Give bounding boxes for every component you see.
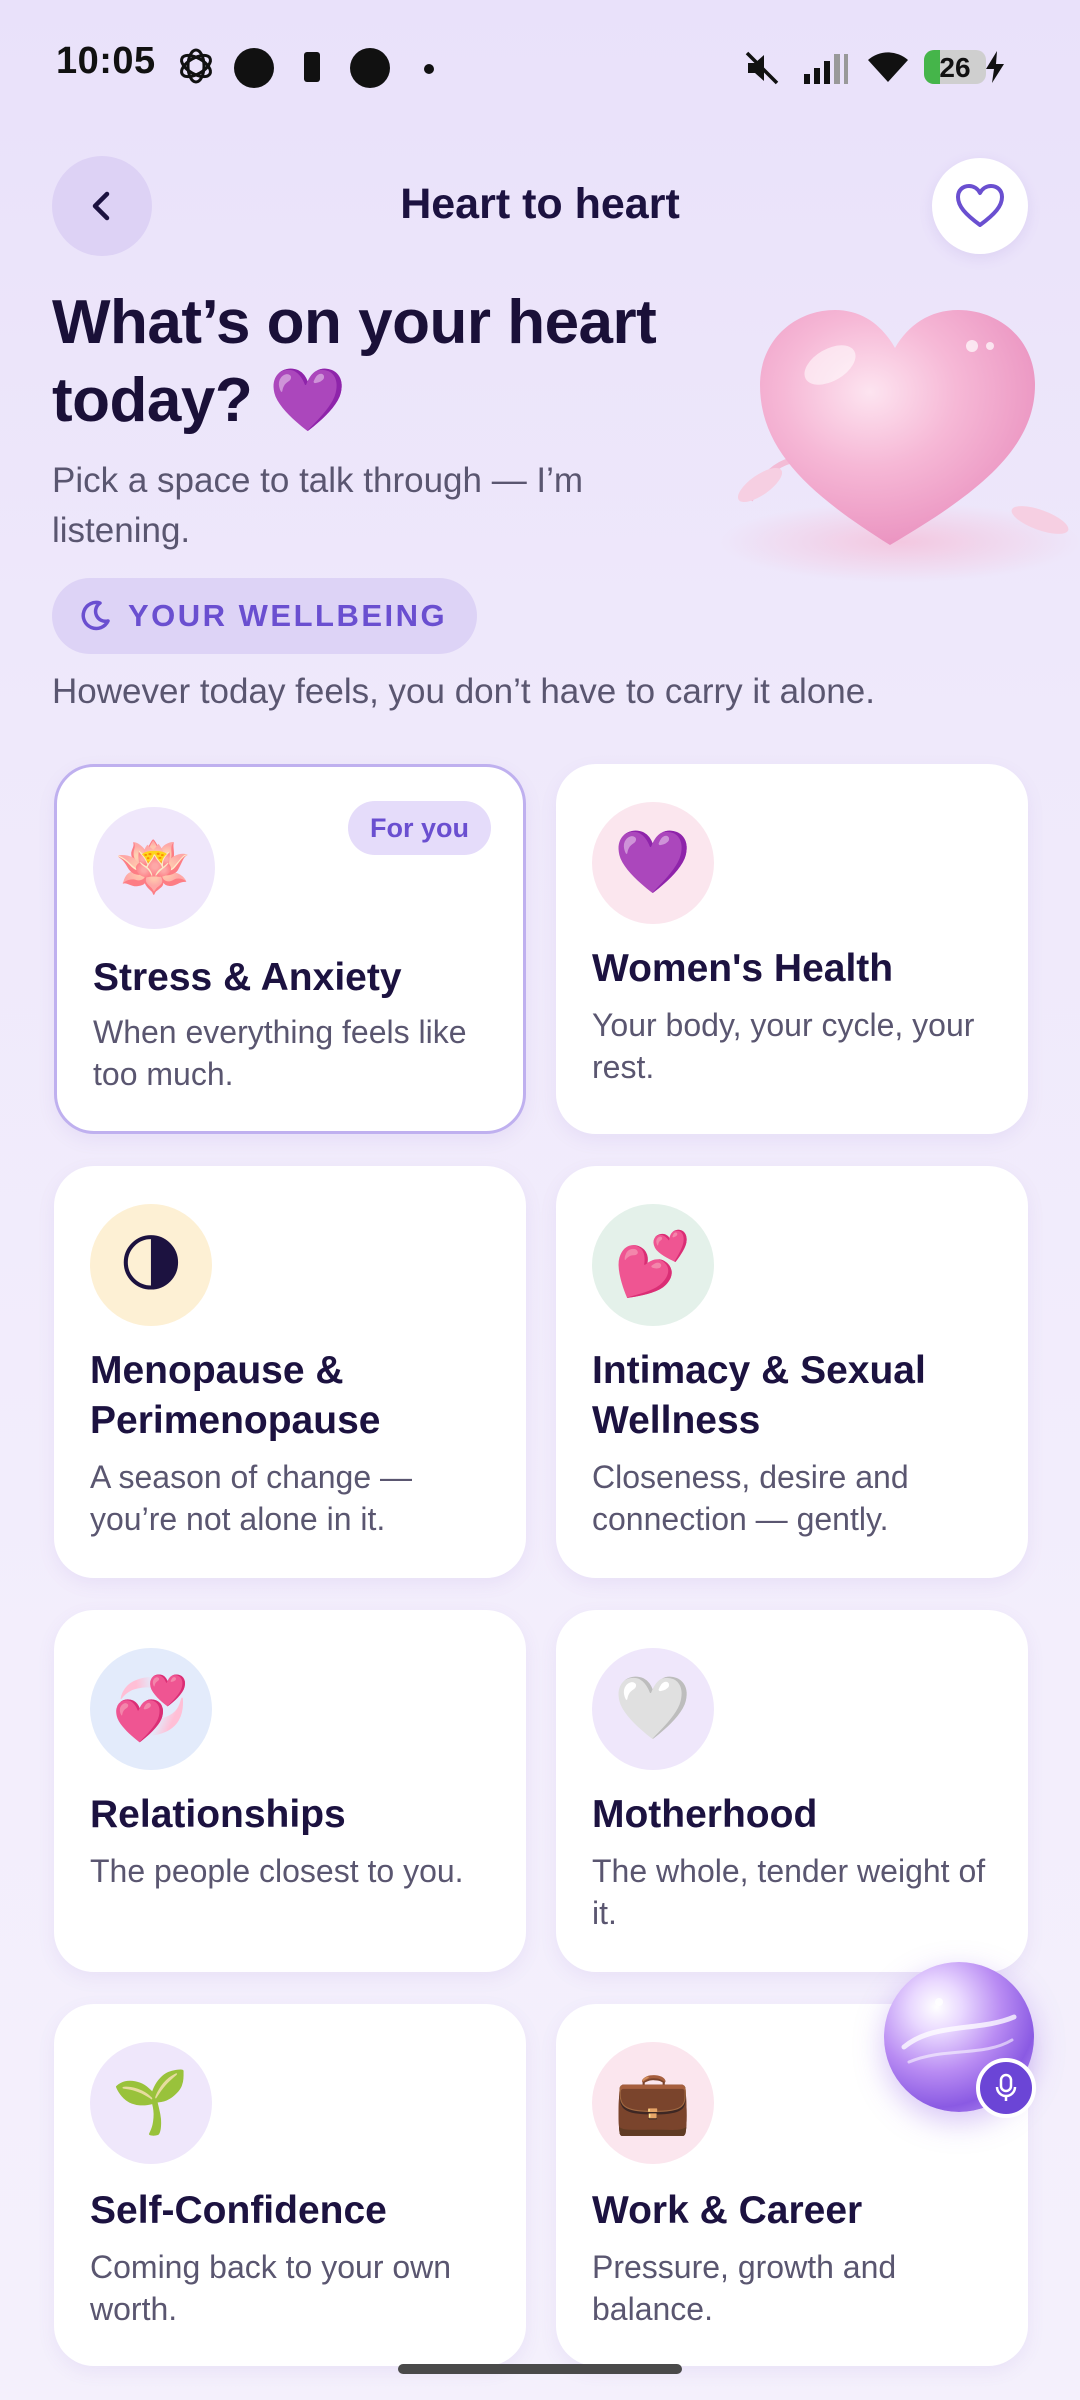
purple-heart-icon: 💜 [592, 802, 714, 924]
white-heart-icon: 🤍 [592, 1648, 714, 1770]
hero-heading: What’s on your heart today? 💜 [52, 284, 692, 440]
signal-icon [804, 54, 848, 84]
microphone-icon [995, 2073, 1017, 2101]
battery-level: 26 [939, 52, 971, 83]
topic-card-womens-health[interactable]: 💜 Women's Health Your body, your cycle, … [556, 764, 1028, 1134]
pink-heart-illustration [720, 310, 1080, 582]
lotus-icon: 🪷 [93, 807, 215, 929]
purple-heart-emoji: 💜 [268, 366, 346, 435]
card-title: Women's Health [592, 947, 894, 990]
card-title: Self-Confidence [90, 2189, 387, 2232]
battery-indicator: 26 [924, 50, 986, 84]
card-description: Pressure, growth and balance. [592, 2249, 897, 2327]
wellbeing-chip-label: YOUR WELLBEING [128, 598, 448, 633]
status-time: 10:05 [56, 40, 156, 82]
revolving-hearts-icon: 💞 [90, 1648, 212, 1770]
home-indicator[interactable] [398, 2364, 682, 2374]
for-you-badge: For you [348, 801, 491, 855]
microphone-button[interactable] [976, 2058, 1036, 2118]
card-title: Stress & Anxiety [93, 956, 402, 999]
mute-icon [745, 51, 779, 85]
card-description: When everything feels like too much. [93, 1014, 467, 1092]
card-description: Closeness, desire and connection — gentl… [592, 1459, 909, 1537]
topic-card-menopause[interactable]: 🌗 Menopause & Perimenopause A season of … [54, 1166, 526, 1578]
chatgpt-icon [180, 48, 212, 84]
half-moon-icon: 🌗 [90, 1204, 212, 1326]
card-title: Relationships [90, 1793, 346, 1836]
topic-card-stress-anxiety[interactable]: 🪷 For you Stress & Anxiety When everythi… [54, 764, 526, 1134]
tagline: However today feels, you don’t have to c… [52, 672, 875, 711]
two-hearts-icon: 💕 [592, 1204, 714, 1326]
card-title: Motherhood [592, 1793, 818, 1836]
card-description: The people closest to you. [90, 1853, 464, 1889]
card-description: The whole, tender weight of it. [592, 1853, 986, 1931]
card-title: Intimacy & Sexual Wellness [592, 1349, 926, 1442]
heart-outline-icon [956, 184, 1004, 227]
battery-saver-icon [304, 52, 320, 82]
moon-icon [81, 600, 110, 631]
hero-heading-line1: What’s on your heart [52, 288, 657, 357]
record-dot-icon [350, 48, 390, 88]
favorite-button[interactable] [932, 158, 1028, 254]
seedling-icon: 🌱 [90, 2042, 212, 2164]
card-title: Work & Career [592, 2189, 863, 2232]
page-title: Heart to heart [400, 180, 680, 228]
record-dot-icon [234, 48, 274, 88]
topic-card-relationships[interactable]: 💞 Relationships The people closest to yo… [54, 1610, 526, 1972]
card-description: A season of change — you’re not alone in… [90, 1459, 412, 1537]
topic-card-motherhood[interactable]: 🤍 Motherhood The whole, tender weight of… [556, 1610, 1028, 1972]
card-title: Menopause & Perimenopause [90, 1349, 381, 1442]
briefcase-icon: 💼 [592, 2042, 714, 2164]
wifi-icon [868, 52, 908, 82]
card-description: Your body, your cycle, your rest. [592, 1007, 975, 1085]
hero-subtitle: Pick a space to talk through — I’m liste… [52, 461, 584, 550]
wellbeing-chip[interactable]: YOUR WELLBEING [52, 578, 478, 654]
small-dot-icon [424, 64, 434, 74]
topic-card-self-confidence[interactable]: 🌱 Self-Confidence Coming back to your ow… [54, 2004, 526, 2366]
topic-card-intimacy[interactable]: 💕 Intimacy & Sexual Wellness Closeness, … [556, 1166, 1028, 1578]
hero-heading-line2: today? [52, 366, 253, 435]
status-bar: 10:05 26 [0, 0, 1080, 136]
charging-icon [986, 51, 1004, 83]
card-description: Coming back to your own worth. [90, 2249, 452, 2327]
